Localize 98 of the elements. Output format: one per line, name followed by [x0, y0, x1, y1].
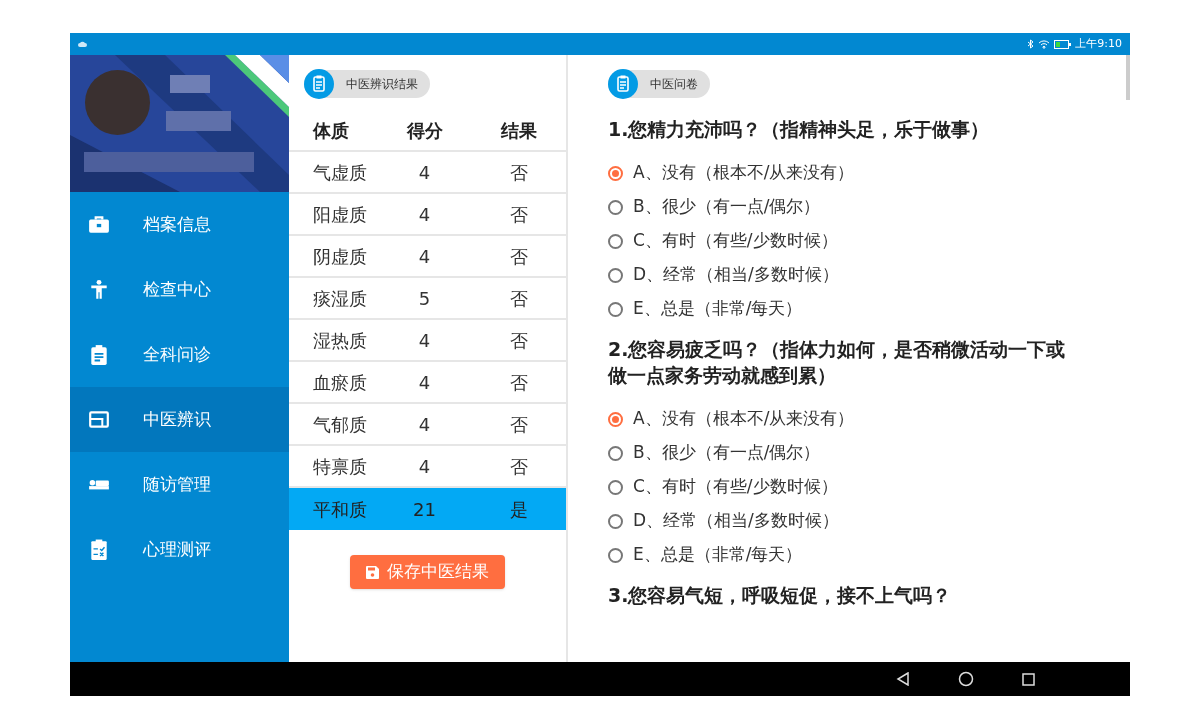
nav-item[interactable]: 中医辨识 — [70, 387, 289, 452]
table-row[interactable]: 湿热质 4 否 — [289, 320, 566, 362]
radio-button[interactable] — [608, 165, 623, 181]
table-cell-text: 阳虚质 — [312, 202, 368, 227]
radio-option[interactable]: B、很少（有一点/偶尔） — [608, 190, 1110, 224]
table-cell-text: 平和质 — [312, 497, 368, 522]
clock-time: 上午9:10 — [1075, 35, 1122, 52]
nav-item[interactable]: 全科问诊 — [70, 322, 289, 387]
nav-item[interactable]: 心理测评 — [70, 517, 289, 582]
radio-button[interactable] — [608, 445, 623, 461]
radio-option[interactable]: E、总是（非常/每天） — [608, 538, 1110, 572]
radio-option[interactable]: D、经常（相当/多数时候） — [608, 258, 1110, 292]
floppy-icon — [366, 565, 379, 579]
table-row[interactable]: 痰湿质 5 否 — [289, 278, 566, 320]
column-header: 体质 — [311, 118, 350, 143]
table-cell-text: 4 — [417, 202, 432, 227]
table-row[interactable]: 阴虚质 4 否 — [289, 236, 566, 278]
radio-button[interactable] — [608, 411, 623, 427]
table-cell-text: 是 — [509, 497, 529, 522]
radio-option[interactable]: A、没有（根本不/从来没有） — [608, 402, 1110, 436]
table-cell-text: 血瘀质 — [312, 370, 368, 395]
battery-icon — [1054, 39, 1072, 49]
radio-button[interactable] — [608, 513, 623, 529]
question-text: 2.您容易疲乏吗？（指体力如何，是否稍微活动一下或做一点家务劳动就感到累） — [608, 337, 1067, 388]
option-label: A、没有（根本不/从来没有） — [633, 161, 855, 185]
radio-option[interactable]: C、有时（有些/少数时候） — [608, 470, 1110, 504]
cloud-icon — [78, 41, 87, 47]
radio-option[interactable]: D、经常（相当/多数时候） — [608, 504, 1110, 538]
nav-item[interactable]: 检查中心 — [70, 257, 289, 322]
table-cell-text: 4 — [417, 370, 432, 395]
question-text: 3.您容易气短，呼吸短促，接不上气吗？ — [608, 583, 953, 608]
table-cell-text: 否 — [509, 370, 529, 395]
radio-option[interactable]: E、总是（非常/每天） — [608, 292, 1110, 326]
option-label: D、经常（相当/多数时候） — [633, 263, 839, 287]
table-row[interactable]: 阳虚质 4 否 — [289, 194, 566, 236]
table-cell-text: 否 — [509, 328, 529, 353]
radio-button[interactable] — [608, 267, 623, 283]
clipboard-icon — [88, 343, 110, 366]
scrollbar — [1126, 55, 1130, 100]
option-label: B、很少（有一点/偶尔） — [633, 195, 821, 219]
table-cell-text: 阴虚质 — [312, 244, 368, 269]
option-label: A、没有（根本不/从来没有） — [633, 407, 855, 431]
home-icon[interactable] — [958, 671, 974, 687]
table-cell-text: 气郁质 — [312, 412, 368, 437]
radio-option[interactable]: C、有时（有些/少数时候） — [608, 224, 1110, 258]
radio-button[interactable] — [608, 199, 623, 215]
column-header: 得分 — [405, 118, 444, 143]
column-header: 结果 — [499, 118, 538, 143]
option-label: B、很少（有一点/偶尔） — [633, 441, 821, 465]
table-cell-text: 痰湿质 — [312, 286, 368, 311]
option-label: E、总是（非常/每天） — [633, 543, 803, 567]
table-cell-text: 否 — [509, 454, 529, 479]
radio-button[interactable] — [608, 233, 623, 249]
table-cell-text: 特禀质 — [312, 454, 368, 479]
bluetooth-icon — [1027, 39, 1035, 49]
table-cell-text: 否 — [509, 412, 529, 437]
person-icon — [88, 278, 110, 301]
table-row[interactable]: 平和质 21 是 — [289, 488, 566, 530]
table-cell-text: 21 — [412, 497, 437, 522]
table-cell-text: 4 — [417, 328, 432, 353]
table-row[interactable]: 气郁质 4 否 — [289, 404, 566, 446]
table-cell-text: 4 — [417, 160, 432, 185]
option-label: C、有时（有些/少数时候） — [633, 229, 838, 253]
table-cell-text: 4 — [417, 244, 432, 269]
radio-button[interactable] — [608, 547, 623, 563]
section-title: 中医问卷 — [650, 76, 698, 93]
briefcase-icon — [88, 213, 110, 236]
radio-option[interactable]: B、很少（有一点/偶尔） — [608, 436, 1110, 470]
option-label: C、有时（有些/少数时候） — [633, 475, 838, 499]
table-cell-text: 否 — [509, 202, 529, 227]
table-cell-text: 5 — [417, 286, 432, 311]
table-cell-text: 否 — [509, 160, 529, 185]
table-cell-text: 4 — [417, 454, 432, 479]
wifi-icon — [1038, 39, 1051, 49]
recents-icon[interactable] — [1022, 672, 1035, 686]
question-text: 1.您精力充沛吗？（指精神头足，乐于做事） — [608, 117, 991, 142]
table-cell-text: 湿热质 — [312, 328, 368, 353]
table-row[interactable]: 血瘀质 4 否 — [289, 362, 566, 404]
clipboard-icon — [304, 69, 334, 99]
option-label: E、总是（非常/每天） — [633, 297, 803, 321]
section-title: 中医辨识结果 — [346, 76, 418, 93]
radio-option[interactable]: A、没有（根本不/从来没有） — [608, 156, 1110, 190]
checklist-icon — [88, 538, 110, 561]
back-icon[interactable] — [896, 672, 910, 686]
radio-button[interactable] — [608, 479, 623, 495]
option-label: D、经常（相当/多数时候） — [633, 509, 839, 533]
nav-item[interactable]: 随访管理 — [70, 452, 289, 517]
radio-button[interactable] — [608, 301, 623, 317]
table-cell-text: 4 — [417, 412, 432, 437]
table-cell-text: 否 — [509, 244, 529, 269]
table-cell-text: 否 — [509, 286, 529, 311]
blurred-info — [166, 111, 231, 131]
card-icon — [88, 408, 110, 431]
table-row[interactable]: 气虚质 4 否 — [289, 152, 566, 194]
table-cell-text: 气虚质 — [312, 160, 368, 185]
clipboard-icon — [608, 69, 638, 99]
nav-item[interactable]: 档案信息 — [70, 192, 289, 257]
blurred-name — [170, 75, 210, 93]
